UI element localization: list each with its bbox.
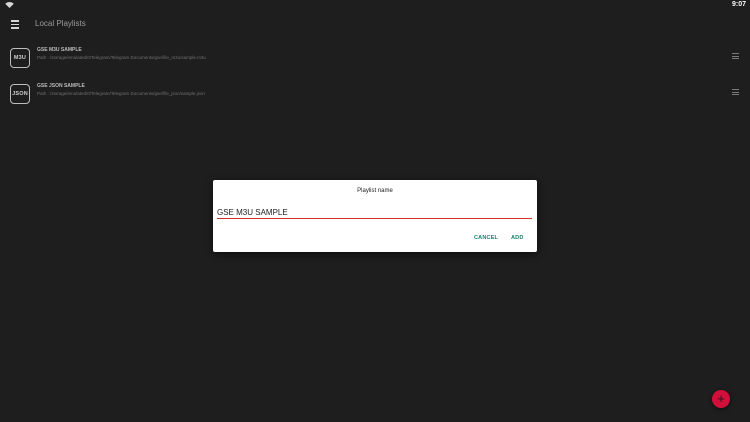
cancel-button[interactable]: CANCEL [474, 235, 498, 241]
drag-handle-icon[interactable] [732, 53, 739, 60]
app-bar: Local Playlists [0, 11, 750, 38]
playlist-name-input[interactable] [217, 206, 532, 219]
status-bar: 9:07 [0, 0, 750, 11]
status-clock: 9:07 [731, 1, 746, 8]
plus-icon: + [717, 391, 725, 406]
app-screen: 9:07 Local Playlists M3U GSE M3U SAMPLE … [0, 0, 750, 422]
playlist-name: GSE JSON SAMPLE [37, 83, 85, 89]
json-file-icon: JSON [10, 84, 30, 104]
playlist-name: GSE M3U SAMPLE [37, 47, 82, 53]
playlist-name-dialog: Playlist name CANCEL ADD [213, 180, 537, 252]
add-playlist-fab[interactable]: + [712, 390, 730, 408]
hamburger-menu-icon[interactable] [11, 20, 20, 29]
add-button[interactable]: ADD [511, 235, 524, 241]
wifi-icon [5, 2, 14, 8]
m3u-file-icon: M3U [10, 48, 30, 68]
dialog-title: Playlist name [357, 188, 393, 194]
playlist-item-json[interactable]: JSON GSE JSON SAMPLE Path : /storage/emu… [0, 79, 750, 113]
playlist-path: Path : /storage/emulated/0/Telegram/Tele… [37, 91, 205, 96]
page-title: Local Playlists [35, 19, 86, 28]
playlist-item-m3u[interactable]: M3U GSE M3U SAMPLE Path : /storage/emula… [0, 43, 750, 77]
playlist-path: Path : /storage/emulated/0/Telegram/Tele… [37, 55, 206, 60]
drag-handle-icon[interactable] [732, 89, 739, 96]
